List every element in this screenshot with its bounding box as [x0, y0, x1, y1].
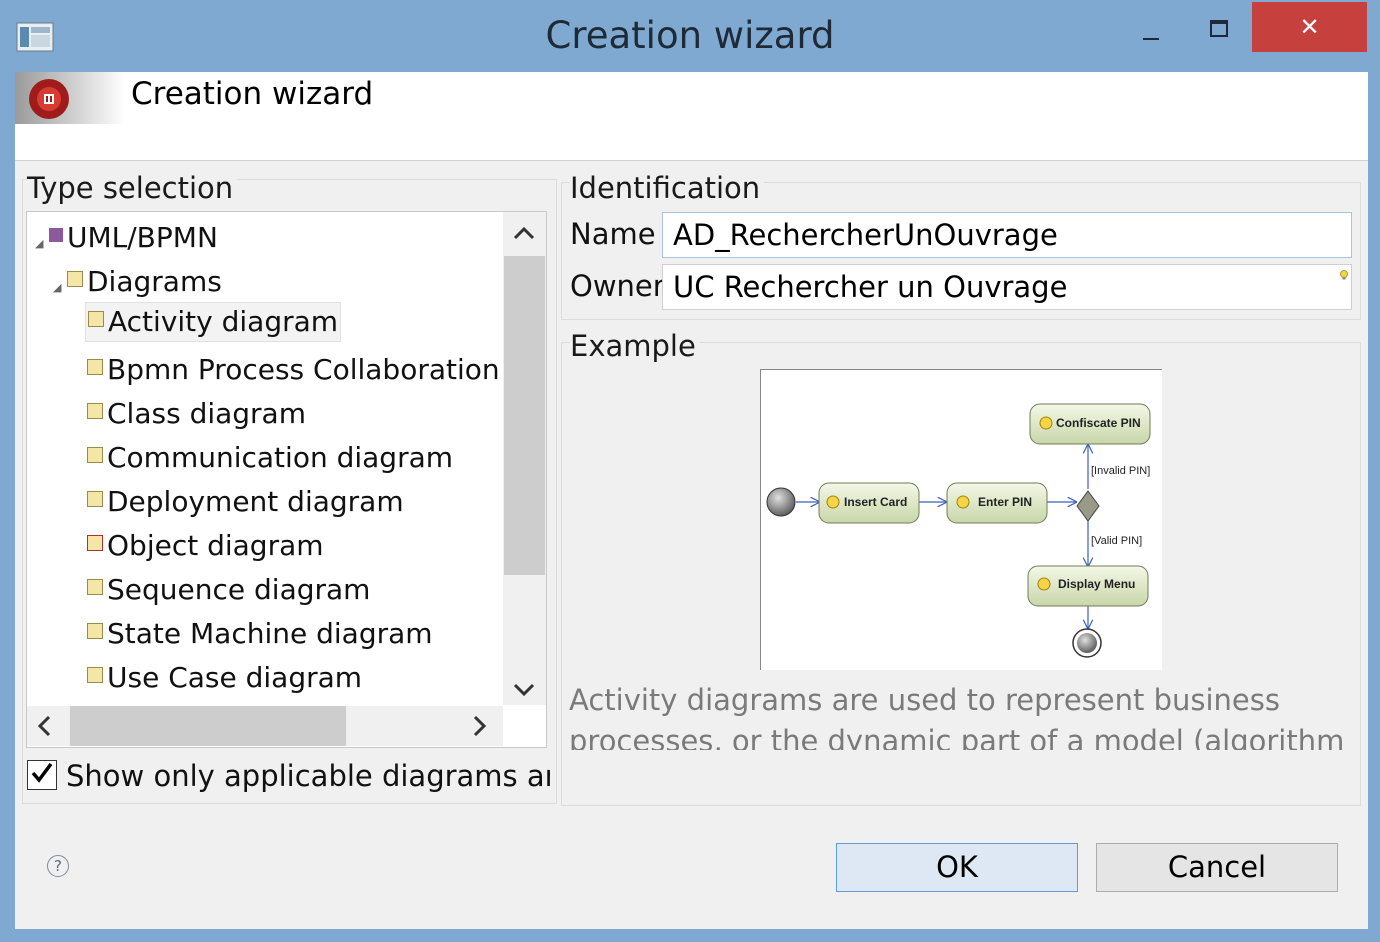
svg-text:Insert Card: Insert Card	[844, 495, 907, 509]
node-enter-pin: Enter PIN	[946, 482, 1048, 524]
tree-node-use-case-diagram[interactable]: Use Case diagram	[87, 659, 362, 697]
tree-node-communication-diagram[interactable]: Communication diagram	[87, 439, 453, 477]
tree-node-label: Bpmn Process Collaboration d	[107, 353, 527, 386]
example-title: Example	[570, 329, 700, 363]
lightbulb-icon	[1338, 266, 1350, 285]
ok-button[interactable]: OK	[836, 843, 1078, 892]
tree-vertical-scroll-thumb[interactable]	[504, 256, 545, 575]
bpmn-diagram-icon	[87, 359, 103, 375]
owner-field[interactable]: UC Rechercher un Ouvrage	[662, 264, 1352, 310]
tree-node-uml-bpmn[interactable]: ◢ UML/BPMN	[35, 219, 218, 257]
show-applicable-label[interactable]: Show only applicable diagrams and r	[66, 759, 550, 793]
tree-node-label: State Machine diagram	[107, 617, 433, 650]
scroll-down-icon[interactable]	[505, 675, 543, 705]
tree-node-class-diagram[interactable]: Class diagram	[87, 395, 306, 433]
node-confiscate-pin: Confiscate PIN	[1029, 403, 1151, 445]
tree-horizontal-scroll-thumb[interactable]	[70, 706, 346, 746]
tree-node-label: Deployment diagram	[107, 485, 404, 518]
close-icon: ✕	[1299, 13, 1320, 41]
svg-text:Enter PIN: Enter PIN	[978, 495, 1032, 509]
svg-text:Display Menu: Display Menu	[1058, 577, 1135, 591]
class-diagram-icon	[87, 403, 103, 419]
type-selection-title: Type selection	[27, 171, 238, 205]
close-button[interactable]: ✕	[1252, 2, 1367, 52]
type-tree[interactable]: ◢ UML/BPMN ◢ Diagrams Activity diagram Bpm…	[26, 211, 547, 748]
owner-label: Owner	[570, 269, 665, 303]
minimize-button[interactable]	[1124, 6, 1178, 50]
wizard-logo-icon	[15, 72, 125, 124]
decision-node	[1076, 490, 1100, 522]
end-node	[1072, 628, 1102, 658]
tree-expanded-icon[interactable]: ◢	[53, 269, 67, 307]
tree-node-diagrams[interactable]: ◢ Diagrams	[53, 263, 222, 301]
tree-expanded-icon[interactable]: ◢	[35, 225, 49, 263]
minimize-icon	[1143, 38, 1159, 40]
deployment-diagram-icon	[87, 491, 103, 507]
communication-diagram-icon	[87, 447, 103, 463]
tree-node-label: Object diagram	[107, 529, 324, 562]
node-insert-card: Insert Card	[818, 482, 920, 524]
scroll-up-icon[interactable]	[505, 218, 543, 248]
object-diagram-icon	[87, 535, 103, 551]
example-description: Activity diagrams are used to represent …	[569, 683, 1345, 750]
activity-diagram-icon	[88, 311, 104, 327]
tree-node-state-machine-diagram[interactable]: State Machine diagram	[87, 615, 433, 653]
tree-node-deployment-diagram[interactable]: Deployment diagram	[87, 483, 404, 521]
checkmark-icon	[31, 762, 53, 783]
use-case-diagram-icon	[87, 667, 103, 683]
tree-node-label: Communication diagram	[107, 441, 454, 474]
diagrams-folder-icon	[67, 271, 83, 287]
tree-node-label: UML/BPMN	[67, 221, 218, 254]
tree-node-label: Diagrams	[87, 265, 222, 298]
tree-node-label: Activity diagram	[108, 305, 339, 338]
guard-invalid-pin: [Invalid PIN]	[1091, 465, 1150, 477]
maximize-button[interactable]	[1194, 6, 1248, 50]
example-diagram: Insert Card Enter PIN Confiscate PIN Dis…	[760, 369, 1162, 670]
sequence-diagram-icon	[87, 579, 103, 595]
tree-node-activity-diagram[interactable]: Activity diagram	[85, 302, 342, 342]
node-display-menu: Display Menu	[1027, 565, 1149, 607]
cancel-button[interactable]: Cancel	[1096, 843, 1338, 892]
tree-node-object-diagram[interactable]: Object diagram	[87, 527, 324, 565]
state-machine-diagram-icon	[87, 623, 103, 639]
scroll-left-icon[interactable]	[36, 715, 52, 741]
tree-node-label: Sequence diagram	[107, 573, 371, 606]
tree-node-sequence-diagram[interactable]: Sequence diagram	[87, 571, 370, 609]
package-icon	[49, 228, 63, 242]
tree-node-label: Class diagram	[107, 397, 306, 430]
show-applicable-checkbox[interactable]	[27, 760, 57, 790]
name-field[interactable]: AD_RechercherUnOuvrage	[662, 212, 1352, 258]
help-icon[interactable]: ?	[47, 855, 69, 877]
maximize-icon	[1210, 20, 1228, 37]
name-label: Name	[570, 217, 656, 251]
guard-valid-pin: [Valid PIN]	[1091, 535, 1142, 547]
scroll-right-icon[interactable]	[472, 715, 488, 741]
svg-text:Confiscate PIN: Confiscate PIN	[1056, 416, 1141, 430]
tree-node-bpmn-diagram[interactable]: Bpmn Process Collaboration d	[87, 351, 526, 389]
wizard-banner-title: Creation wizard	[131, 76, 374, 112]
identification-title: Identification	[570, 171, 765, 205]
tree-node-label: Use Case diagram	[107, 661, 363, 694]
start-node	[766, 487, 796, 517]
